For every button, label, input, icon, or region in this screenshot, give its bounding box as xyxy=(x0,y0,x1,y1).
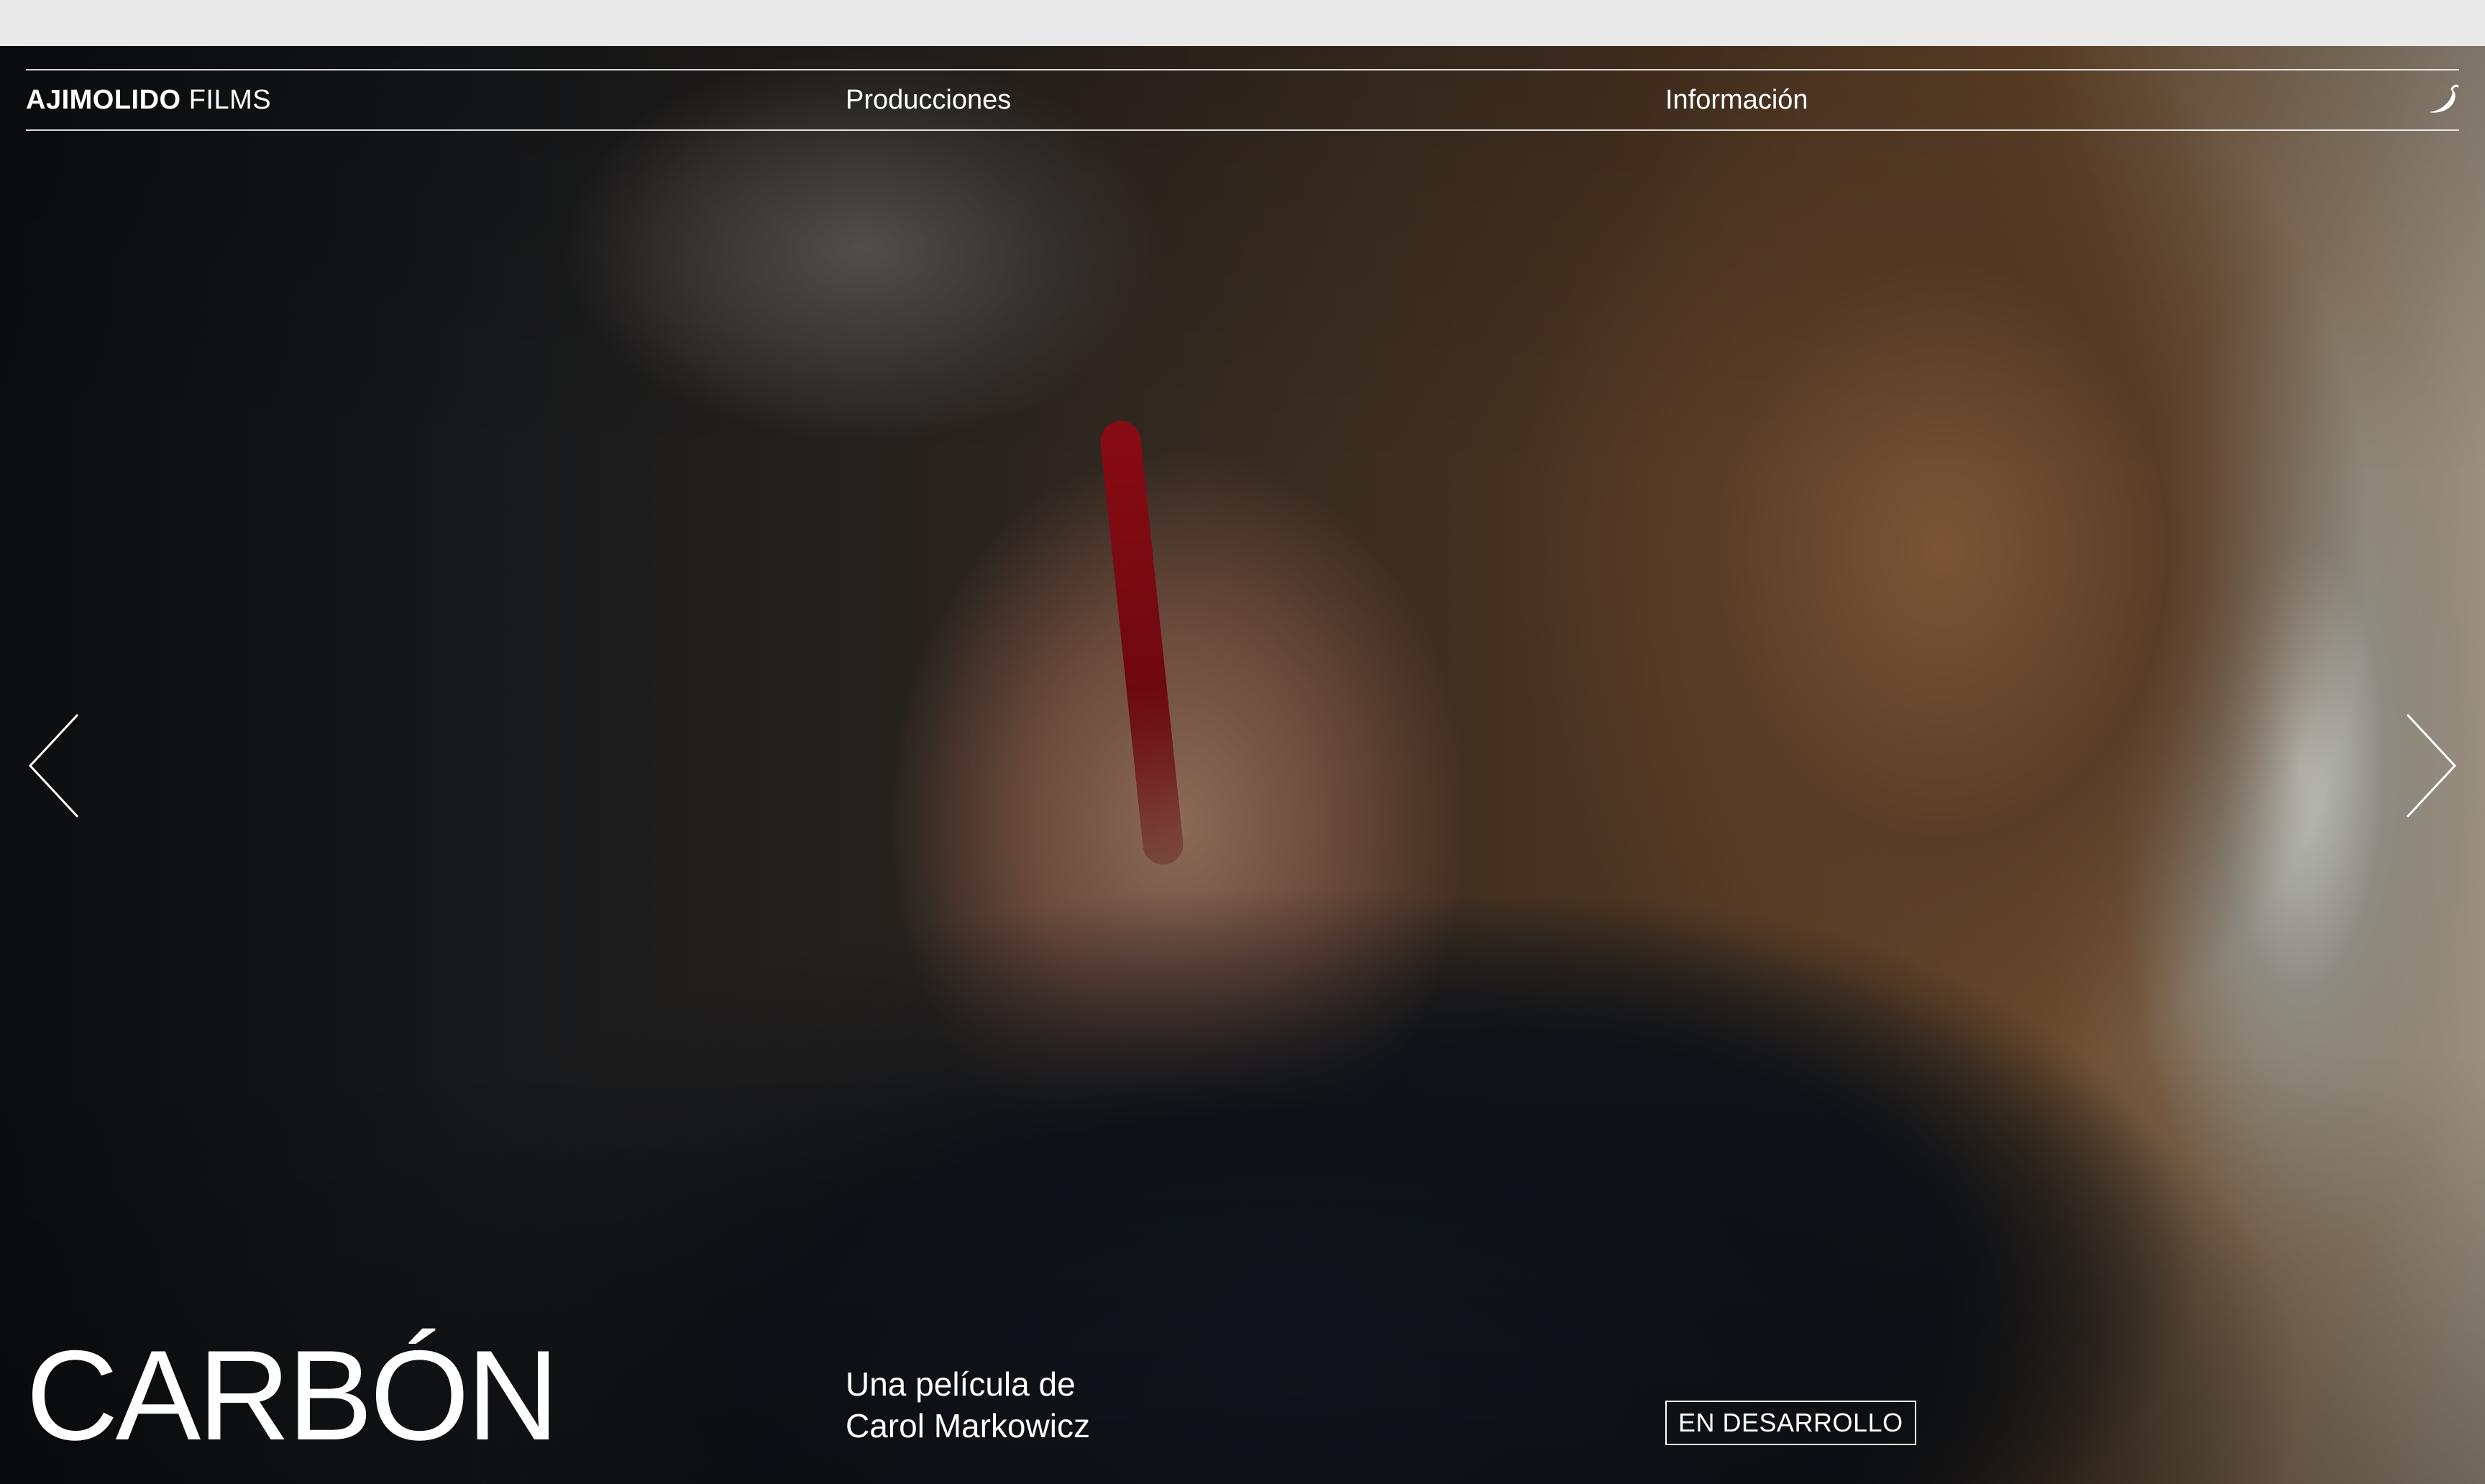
credit-line-1: Una película de xyxy=(846,1365,1076,1403)
browser-top-bar xyxy=(0,0,2485,46)
film-credit: Una película de Carol Markowicz xyxy=(846,1363,1090,1447)
hero-shade-overlay xyxy=(0,46,2485,1484)
chili-pepper-icon[interactable] xyxy=(2425,83,2459,118)
chevron-left-icon xyxy=(28,713,79,818)
hero-image xyxy=(0,46,2485,1484)
carousel-next-button[interactable] xyxy=(2402,712,2459,820)
site-logo[interactable]: AJIMOLIDO FILMS xyxy=(26,85,271,115)
carousel-prev-button[interactable] xyxy=(26,712,83,820)
site-header: AJIMOLIDO FILMS Producciones Información xyxy=(26,69,2459,131)
logo-bold-text: AJIMOLIDO xyxy=(26,85,181,115)
status-badge: EN DESARROLLO xyxy=(1665,1401,1916,1445)
nav-producciones[interactable]: Producciones xyxy=(846,85,1011,115)
credit-line-2: Carol Markowicz xyxy=(846,1407,1090,1444)
film-title: CARBÓN xyxy=(26,1324,559,1467)
nav-informacion[interactable]: Información xyxy=(1665,85,1808,115)
chevron-right-icon xyxy=(2406,713,2457,818)
logo-light-text: FILMS xyxy=(188,85,272,115)
